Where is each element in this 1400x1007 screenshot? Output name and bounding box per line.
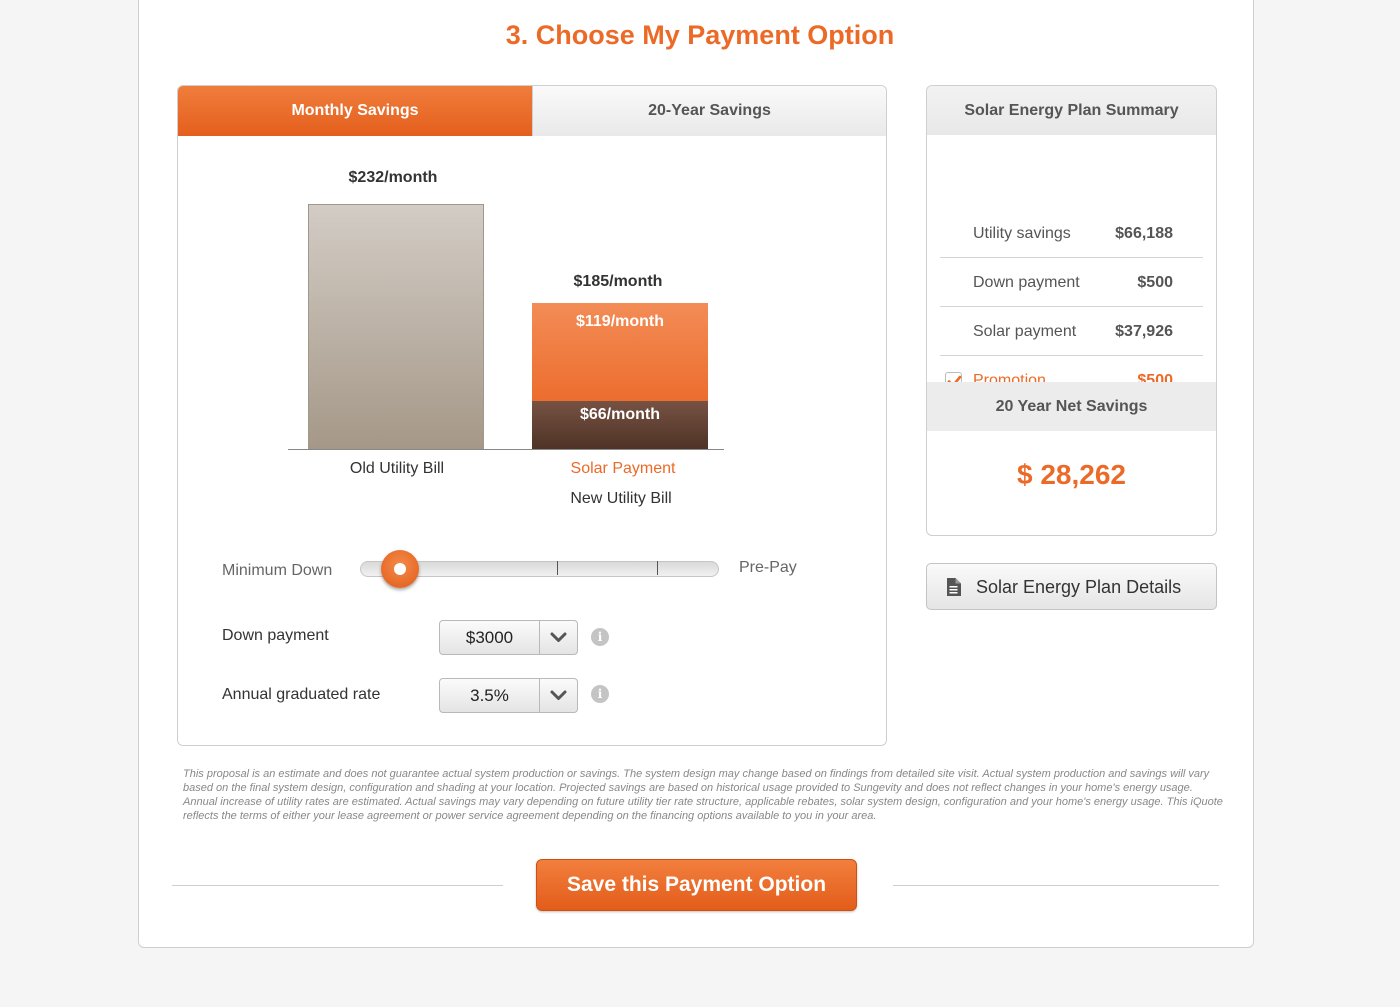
- chevron-down-icon[interactable]: [540, 679, 577, 712]
- net-savings-value: $ 28,262: [1017, 459, 1126, 490]
- info-icon[interactable]: i: [591, 685, 609, 703]
- old-bill-total-label: $232/month: [348, 169, 438, 186]
- net-savings-title: 20 Year Net Savings: [927, 382, 1216, 431]
- tab-bar: Monthly Savings 20-Year Savings: [178, 86, 886, 136]
- slider-min-label: Minimum Down: [222, 562, 333, 579]
- summary-row-utility-savings: Utility savings $66,188: [940, 209, 1203, 258]
- divider-left: [172, 885, 503, 886]
- tab-20-year-savings[interactable]: 20-Year Savings: [532, 86, 886, 136]
- slider-max-label: Pre-Pay: [739, 559, 797, 576]
- solar-payment-legend-label: Solar Payment: [570, 460, 676, 477]
- document-icon: [947, 578, 961, 596]
- new-utility-bill-bar: $66/month: [532, 400, 708, 449]
- slider-tick: [657, 561, 658, 575]
- old-bill-category-label: Old Utility Bill: [349, 460, 445, 477]
- summary-row-solar-payment: Solar payment $37,926: [940, 307, 1203, 356]
- divider-right: [893, 885, 1219, 886]
- chevron-down-icon[interactable]: [540, 621, 577, 654]
- summary-row-down-payment: Down payment $500: [940, 258, 1203, 307]
- solar-payment-bar: $119/month: [532, 302, 708, 401]
- slider-tick: [557, 561, 558, 575]
- summary-title: Solar Energy Plan Summary: [927, 86, 1216, 135]
- old-bill-bar: [308, 204, 484, 449]
- down-payment-label: Down payment: [222, 627, 329, 644]
- new-utility-bill-bar-label: $66/month: [579, 405, 660, 423]
- payment-slider-handle[interactable]: [381, 550, 419, 588]
- plan-details-label: Solar Energy Plan Details: [976, 577, 1182, 597]
- new-bill-total-label: $185/month: [573, 272, 663, 290]
- annual-rate-value: 3.5%: [440, 679, 540, 712]
- plan-details-button[interactable]: Solar Energy Plan Details: [926, 563, 1217, 610]
- plan-summary-panel: Solar Energy Plan Summary Utility saving…: [926, 85, 1217, 536]
- page-title: 3. Choose My Payment Option: [505, 20, 895, 50]
- tab-monthly-savings[interactable]: Monthly Savings: [178, 86, 532, 136]
- down-payment-select[interactable]: $3000: [439, 620, 578, 655]
- annual-rate-label: Annual graduated rate: [222, 686, 381, 703]
- down-payment-value: $3000: [440, 621, 540, 654]
- info-icon[interactable]: i: [591, 628, 609, 646]
- disclaimer-text: This proposal is an estimate and does no…: [183, 768, 1223, 822]
- summary-row-value: $66,188: [1115, 225, 1173, 242]
- new-bill-category-label: New Utility Bill: [570, 490, 672, 507]
- annual-rate-select[interactable]: 3.5%: [439, 678, 578, 713]
- solar-payment-bar-label: $119/month: [575, 312, 665, 330]
- summary-row-value: $37,926: [1115, 323, 1173, 340]
- save-payment-option-button[interactable]: Save this Payment Option: [536, 859, 857, 911]
- summary-row-label: Down payment: [973, 274, 1080, 291]
- summary-row-label: Utility savings: [973, 225, 1071, 242]
- summary-row-label: Solar payment: [973, 323, 1077, 340]
- chart-baseline: [288, 449, 724, 450]
- slider-handle-center: [394, 563, 406, 575]
- summary-row-value: $500: [1137, 274, 1173, 291]
